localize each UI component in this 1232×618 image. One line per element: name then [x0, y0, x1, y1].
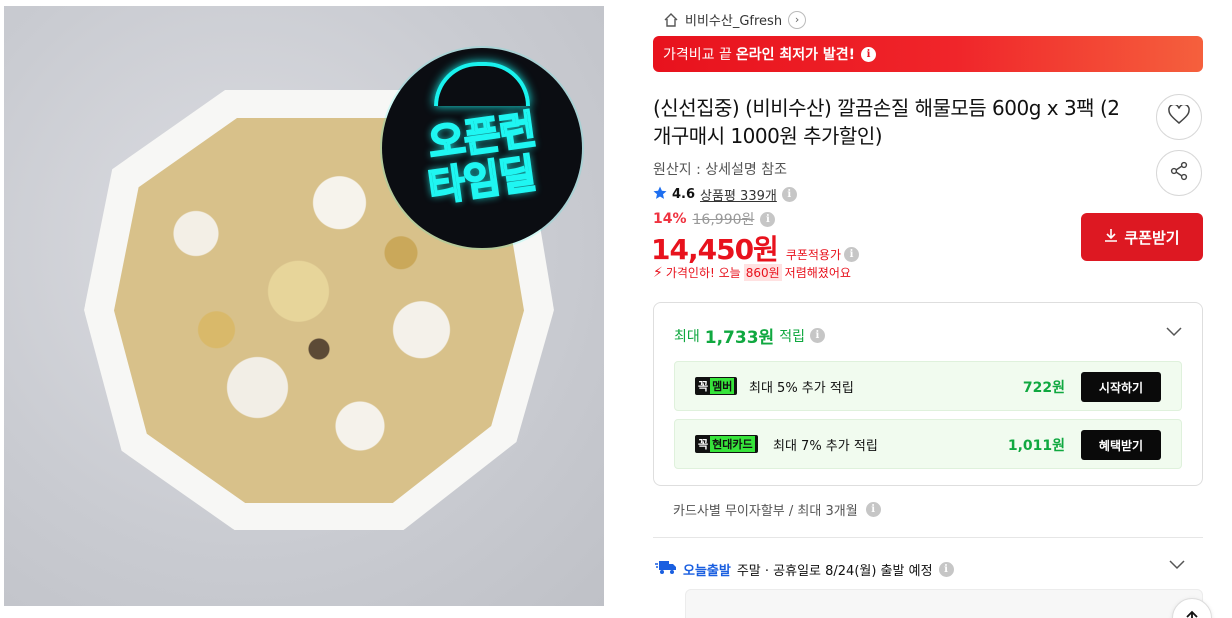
reward-head-prefix: 최대 — [674, 328, 700, 345]
star-icon — [653, 186, 667, 204]
info-icon[interactable]: i — [760, 211, 776, 227]
info-icon[interactable]: i — [809, 328, 825, 343]
product-title: (신선집중) (비비수산) 깔끔손질 해물모듬 600g x 3팩 (2개구매시… — [653, 96, 1120, 148]
delivery-detail-box — [685, 589, 1203, 618]
store-link[interactable]: 비비수산_Gfresh › — [663, 10, 807, 29]
delivery-text: 주말 · 공휴일로 8/24(월) 출발 예정 — [736, 563, 933, 579]
price-drop-amount: 860원 — [743, 264, 782, 281]
reward-item-text: 최대 7% 추가 적립 — [773, 439, 878, 454]
logo-k: 꼭 — [698, 380, 709, 393]
coupon-price-label: 쿠폰적용가 i — [785, 246, 860, 263]
kkok-member-logo: 꼭 멤버 — [695, 377, 738, 395]
share-button[interactable] — [1156, 150, 1202, 196]
info-icon[interactable]: i — [781, 187, 797, 202]
delivery-row: 오늘출발 주말 · 공휴일로 8/24(월) 출발 예정 i — [655, 559, 954, 579]
price-drop-notice: ⚡ 가격인하! 오늘 860원 저렴해졌어요 — [653, 264, 851, 281]
reward-head-amount: 1,733원 — [704, 328, 775, 348]
lightning-icon: ⚡ — [653, 264, 663, 281]
reward-head[interactable]: 최대 1,733원 적립 i — [674, 323, 825, 348]
reward-item-amount: 1,011원 — [1007, 438, 1065, 454]
original-price: 16,990원 — [692, 212, 755, 228]
sale-price: 14,450원 — [651, 233, 779, 266]
logo-name: 현대카드 — [710, 436, 755, 452]
price-row: 14,450원 쿠폰적용가 i — [651, 228, 860, 268]
price-drop-suffix: 저렴해졌어요 — [784, 266, 851, 280]
download-icon — [1104, 228, 1118, 246]
rating-row: 4.6 상품평 339개 i — [653, 185, 797, 204]
open-run-timedeal-badge: 오픈런 타임딜 — [382, 48, 582, 248]
get-coupon-button[interactable]: 쿠폰받기 — [1081, 213, 1203, 261]
product-image[interactable]: 오픈런 타임딜 — [4, 6, 604, 606]
rating-score: 4.6 — [672, 187, 696, 202]
coupon-price-text: 쿠폰적용가 — [785, 248, 842, 262]
banner-prefix: 가격비교 끝 — [663, 47, 732, 63]
heart-icon — [1168, 103, 1190, 129]
chevron-right-icon[interactable]: › — [788, 10, 807, 29]
kkok-hyundai-card-logo: 꼭 현대카드 — [695, 435, 758, 453]
info-icon[interactable]: i — [865, 502, 881, 517]
reward-item-card: 꼭 현대카드 최대 7% 추가 적립 1,011원 혜택받기 — [674, 419, 1182, 469]
wishlist-button[interactable] — [1156, 94, 1202, 140]
home-icon — [663, 12, 679, 28]
alarm-clock-icon — [434, 62, 530, 106]
chevron-down-icon[interactable] — [1167, 554, 1187, 574]
store-name[interactable]: 비비수산_Gfresh — [685, 10, 782, 29]
delivery-truck-icon — [655, 559, 677, 579]
info-icon[interactable]: i — [844, 247, 860, 262]
origin-info: 원산지 : 상세설명 참조 — [653, 162, 787, 178]
divider — [653, 537, 1203, 538]
get-benefit-button[interactable]: 혜택받기 — [1081, 430, 1161, 460]
logo-name: 멤버 — [710, 378, 735, 394]
reward-head-suffix: 적립 — [779, 328, 805, 345]
chevron-down-icon[interactable] — [1164, 321, 1184, 341]
reward-item-amount: 722원 — [1022, 380, 1065, 396]
installment-text: 카드사별 무이자할부 / 최대 3개월 — [673, 504, 858, 519]
info-icon[interactable]: i — [861, 46, 877, 62]
reward-item-member: 꼭 멤버 최대 5% 추가 적립 722원 시작하기 — [674, 361, 1182, 411]
delivery-label: 오늘출발 — [683, 563, 731, 579]
banner-highlight: 온라인 최저가 발견! — [735, 47, 856, 63]
discount-row: 14% 16,990원 i — [653, 209, 776, 229]
reward-item-text: 최대 5% 추가 적립 — [749, 381, 854, 396]
discount-rate: 14% — [653, 211, 687, 227]
reward-panel: 최대 1,733원 적립 i 꼭 멤버 최대 5% 추가 적립 722원 시작하… — [653, 302, 1203, 486]
info-icon[interactable]: i — [938, 561, 954, 577]
price-drop-prefix: 가격인하! 오늘 — [665, 266, 741, 280]
review-count-link[interactable]: 상품평 339개 — [700, 185, 777, 204]
share-icon — [1169, 161, 1189, 185]
logo-k: 꼭 — [698, 438, 709, 451]
arrow-up-icon — [1185, 609, 1199, 618]
lowest-price-banner[interactable]: 가격비교 끝 온라인 최저가 발견! i — [653, 36, 1203, 72]
start-member-button[interactable]: 시작하기 — [1081, 372, 1161, 402]
installment-info: 카드사별 무이자할부 / 최대 3개월 i — [673, 500, 881, 519]
get-coupon-label: 쿠폰받기 — [1124, 228, 1180, 247]
